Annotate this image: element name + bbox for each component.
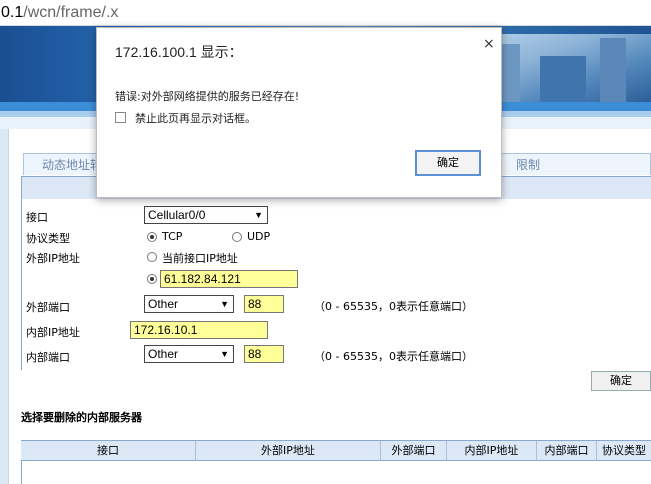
column-internal-ip: 内部IP地址 [447,441,537,461]
dialog-ok-button[interactable]: 确定 [415,150,481,176]
external-ip-current-radio[interactable] [147,252,157,262]
close-icon[interactable]: × [483,36,495,52]
protocol-tcp-radio[interactable] [147,232,157,242]
protocol-tcp-label: TCP [162,230,183,243]
chevron-down-icon: ▼ [220,299,229,309]
column-protocol: 协议类型 [602,444,646,457]
alert-dialog: 172.16.100.1 显示： × 错误:对外部网络提供的服务已经存在! 禁止… [96,27,502,198]
server-form: 接口 Cellular0/0 ▼ 协议类型 TCP UDP 外部IP地址 当前接… [21,176,651,370]
external-ip-input[interactable]: 61.182.84.121 [160,270,298,288]
interface-select[interactable]: Cellular0/0 ▼ [144,206,268,224]
external-ip-current-label: 当前接口IP地址 [162,252,238,265]
interface-select-value: Cellular0/0 [148,208,206,222]
internal-ip-input[interactable]: 172.16.10.1 [130,321,268,339]
external-port-hint: （0 - 65535，0表示任意端口） [314,300,473,313]
internal-port-label: 内部端口 [26,351,70,364]
protocol-label: 协议类型 [26,232,70,245]
suppress-dialog-label[interactable]: 禁止此页再显示对话框。 [135,110,256,126]
internal-port-input[interactable]: 88 [244,345,284,363]
url-host: 0.1 [1,4,24,21]
dialog-message: 错误:对外部网络提供的服务已经存在! [115,90,300,103]
internal-port-select[interactable]: Other ▼ [144,345,234,363]
column-internal-port: 内部端口 [537,441,597,461]
column-interface: 接口 [21,441,196,461]
dialog-title: 172.16.100.1 显示： [115,44,243,60]
external-ip-custom-radio[interactable] [147,274,157,284]
external-port-label: 外部端口 [26,301,70,314]
suppress-dialog-checkbox[interactable] [115,112,126,123]
internal-port-select-value: Other [148,347,179,361]
external-ip-label: 外部IP地址 [26,252,80,265]
external-port-select[interactable]: Other ▼ [144,295,234,313]
column-external-port: 外部端口 [381,441,447,461]
column-external-ip: 外部IP地址 [196,441,381,461]
tab-limit[interactable]: 限制 [491,153,651,175]
external-port-select-value: Other [148,297,179,311]
left-sidebar-bar [0,129,9,484]
internal-ip-label: 内部IP地址 [26,326,80,339]
delete-table-body [21,461,651,484]
delete-table-header: 接口 外部IP地址 外部端口 内部IP地址 内部端口 协议类型 [21,440,651,461]
protocol-udp-radio[interactable] [232,232,242,242]
chevron-down-icon: ▼ [220,349,229,359]
protocol-udp-label: UDP [247,230,271,243]
tab-limit-label: 限制 [516,158,541,172]
external-port-input[interactable]: 88 [244,295,284,313]
delete-section-title: 选择要删除的内部服务器 [21,411,142,424]
chevron-down-icon: ▼ [254,210,263,220]
internal-port-hint: （0 - 65535，0表示任意端口） [314,350,473,363]
interface-label: 接口 [26,211,48,224]
form-confirm-button[interactable]: 确定 [591,371,651,391]
